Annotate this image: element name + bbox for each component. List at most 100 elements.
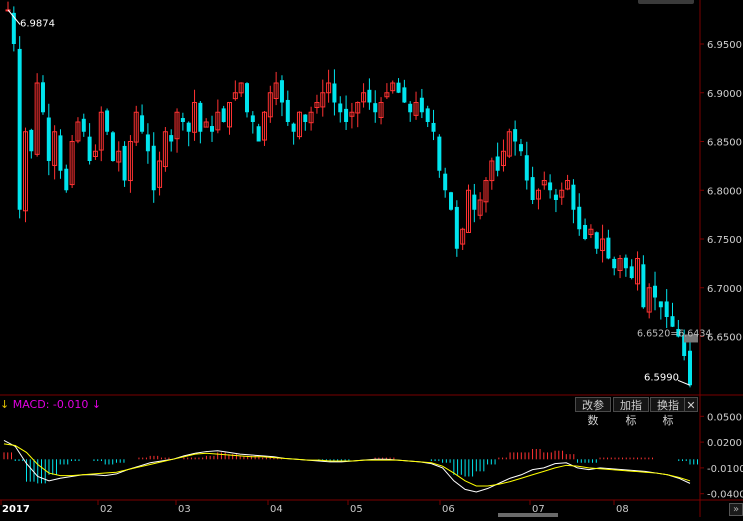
candle-body xyxy=(105,110,110,132)
macd-indicator-label: ↓ MACD: -0.010 ↓ xyxy=(0,398,101,411)
switch-indicator-button[interactable]: 换指标 xyxy=(650,397,686,427)
kline-chart[interactable]: 6.9500 6.9000 6.8500 6.8000 6.7500 6.7000 6.65… xyxy=(0,0,743,517)
candle-body xyxy=(449,192,454,210)
candle-body xyxy=(396,82,401,93)
add-indicator-button[interactable]: 加指标 xyxy=(613,397,649,427)
candle-body xyxy=(122,145,127,181)
candle-body xyxy=(140,115,145,132)
time-label: 03 xyxy=(178,504,191,515)
candle-body xyxy=(367,89,372,103)
candle-body xyxy=(653,285,658,298)
price-tag-label: 6.6520=6.6434 xyxy=(637,329,711,340)
macd-dea-line xyxy=(3,443,691,487)
macd-tick-label: 0.0200 xyxy=(707,438,742,449)
time-label: 05 xyxy=(350,504,363,515)
candle-body xyxy=(303,114,308,122)
candle-body xyxy=(256,126,261,142)
candle-body xyxy=(606,237,611,259)
candle-body xyxy=(344,108,349,122)
chart-canvas[interactable]: 6.9500 6.9000 6.8500 6.8000 6.7500 6.7000 6.65… xyxy=(0,0,743,517)
candle-body xyxy=(110,132,115,161)
price-tick-label: 6.9500 xyxy=(707,40,742,51)
price-tick-label: 6.6500 xyxy=(707,333,742,344)
candle-body xyxy=(583,224,588,239)
candle-body xyxy=(518,144,523,152)
macd-trend-arrow-icon: ↓ xyxy=(91,398,102,411)
candle-body xyxy=(571,184,576,210)
candle-body xyxy=(64,168,69,191)
candle-body xyxy=(688,350,692,386)
candle-body xyxy=(40,82,45,113)
candle-body xyxy=(594,232,599,249)
scroll-right-button[interactable]: » xyxy=(729,503,743,516)
candle-body xyxy=(658,301,663,308)
candle-body xyxy=(186,122,191,132)
macd-value: MACD: -0.010 xyxy=(12,398,89,411)
change-params-button[interactable]: 改参数 xyxy=(575,397,611,427)
candle-body xyxy=(81,118,86,132)
time-label: 06 xyxy=(442,504,455,515)
candle-body xyxy=(58,135,63,171)
candle-body xyxy=(408,103,413,113)
macd-tick-label: -0.0100 xyxy=(707,464,743,475)
candle-body xyxy=(338,103,343,113)
candle-body xyxy=(623,257,628,269)
candle-body xyxy=(221,108,226,122)
candle-body xyxy=(513,129,518,142)
candle-body xyxy=(443,173,448,191)
candle-body xyxy=(151,145,156,191)
arrow-down-icon: ↓ xyxy=(0,398,10,411)
candle-body xyxy=(17,48,22,210)
candle-body xyxy=(291,123,296,132)
time-label: 04 xyxy=(270,504,283,515)
candle-body xyxy=(431,122,436,132)
candle-body xyxy=(524,155,529,181)
price-tick-label: 6.8000 xyxy=(707,186,742,197)
macd-tick-label: -0.0400 xyxy=(707,490,743,501)
high-price-label: 6.9874 xyxy=(20,19,55,30)
candle-body xyxy=(577,206,582,230)
candle-body xyxy=(29,129,34,152)
candle-body xyxy=(612,258,617,269)
candle-body xyxy=(495,156,500,171)
candle-body xyxy=(46,117,51,161)
candle-body xyxy=(285,99,290,122)
macd-dif-line xyxy=(3,439,691,493)
candle-body xyxy=(419,97,424,113)
time-label: 08 xyxy=(616,504,629,515)
candle-body xyxy=(198,102,203,132)
candle-body xyxy=(437,136,442,171)
candle-body xyxy=(87,136,92,161)
candle-body xyxy=(169,135,174,142)
candle-body xyxy=(641,264,646,308)
candle-body xyxy=(629,266,634,278)
price-tick-label: 6.8500 xyxy=(707,138,742,149)
candle-body xyxy=(454,206,459,249)
candle-body xyxy=(250,115,255,122)
candle-body xyxy=(180,118,185,122)
candle-body xyxy=(530,177,535,200)
candle-body xyxy=(670,316,675,327)
candle-body xyxy=(373,103,378,113)
candle-body xyxy=(548,182,553,191)
candle-body xyxy=(332,83,337,103)
candle-body xyxy=(210,126,215,132)
low-price-label: 6.5990 xyxy=(644,372,679,383)
top-strip xyxy=(638,0,694,4)
price-tick-label: 6.9000 xyxy=(707,89,742,100)
candle-body xyxy=(145,134,150,152)
time-label: 02 xyxy=(100,504,113,515)
candle-body xyxy=(279,80,284,103)
candle-body xyxy=(472,194,477,210)
macd-tick-label: 0.0500 xyxy=(707,412,742,423)
candle-body xyxy=(425,108,430,122)
price-tick-label: 6.7500 xyxy=(707,235,742,246)
scrollbar-thumb[interactable] xyxy=(498,513,558,517)
price-tick-label: 6.7000 xyxy=(707,284,742,295)
candle-body xyxy=(402,87,407,103)
candle-body xyxy=(244,83,249,113)
candle-body xyxy=(553,194,558,200)
time-label: 2017 xyxy=(2,504,30,515)
candle-body xyxy=(664,301,669,317)
close-icon[interactable]: ✕ xyxy=(684,397,698,412)
